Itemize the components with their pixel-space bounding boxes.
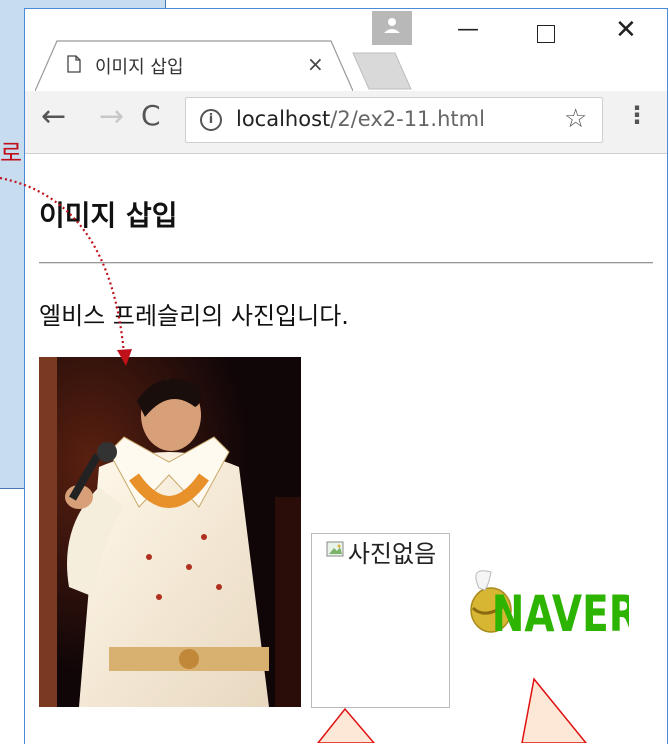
menu-icon[interactable]: ⋮ bbox=[625, 101, 649, 129]
minimize-button[interactable]: — bbox=[457, 17, 479, 42]
page-heading: 이미지 삽입 bbox=[39, 199, 178, 232]
url-text[interactable]: localhost/2/ex2-11.html bbox=[236, 107, 485, 131]
horizontal-rule bbox=[39, 262, 653, 264]
title-bar: 이미지 삽입 × — ✕ bbox=[25, 9, 667, 91]
info-icon[interactable]: i bbox=[200, 109, 222, 131]
toolbar: ← → C i localhost/2/ex2-11.html ☆ ⋮ bbox=[25, 91, 667, 154]
broken-image-alt-label: 사진없음 bbox=[347, 540, 437, 568]
broken-image-icon bbox=[326, 541, 344, 557]
close-window-button[interactable]: ✕ bbox=[615, 15, 637, 45]
tab-title: 이미지 삽입 bbox=[95, 57, 184, 78]
person-icon bbox=[384, 18, 400, 33]
address-bar[interactable]: i localhost/2/ex2-11.html ☆ bbox=[185, 97, 603, 143]
maximize-button[interactable] bbox=[537, 25, 555, 43]
bookmark-star-icon[interactable]: ☆ bbox=[564, 104, 587, 134]
elvis-photo bbox=[39, 357, 301, 707]
page-content: 이미지 삽입 엘비스 프레슬리의 사진입니다. 사진없음 NAVER bbox=[25, 154, 667, 744]
back-button[interactable]: ← bbox=[41, 99, 66, 134]
tab-close-icon[interactable]: × bbox=[307, 52, 324, 76]
url-path: /2/ex2-11.html bbox=[330, 107, 485, 131]
browser-window: 이미지 삽입 × — ✕ ← → C i localhost/2/ex2-11.… bbox=[24, 8, 668, 744]
forward-button[interactable]: → bbox=[99, 99, 124, 134]
broken-image: 사진없음 bbox=[311, 533, 450, 708]
naver-logo: NAVER bbox=[470, 570, 629, 643]
naver-logo-text: NAVER bbox=[492, 584, 629, 643]
new-tab-button[interactable] bbox=[351, 51, 413, 91]
tab-current[interactable] bbox=[35, 40, 353, 91]
profile-button[interactable] bbox=[372, 11, 412, 45]
reload-button[interactable]: C bbox=[141, 99, 161, 132]
url-host: localhost bbox=[236, 107, 331, 131]
broken-image-alt-text: 사진없음 bbox=[318, 538, 444, 570]
paragraph: 엘비스 프레슬리의 사진입니다. bbox=[39, 302, 349, 330]
page-icon bbox=[67, 55, 81, 73]
